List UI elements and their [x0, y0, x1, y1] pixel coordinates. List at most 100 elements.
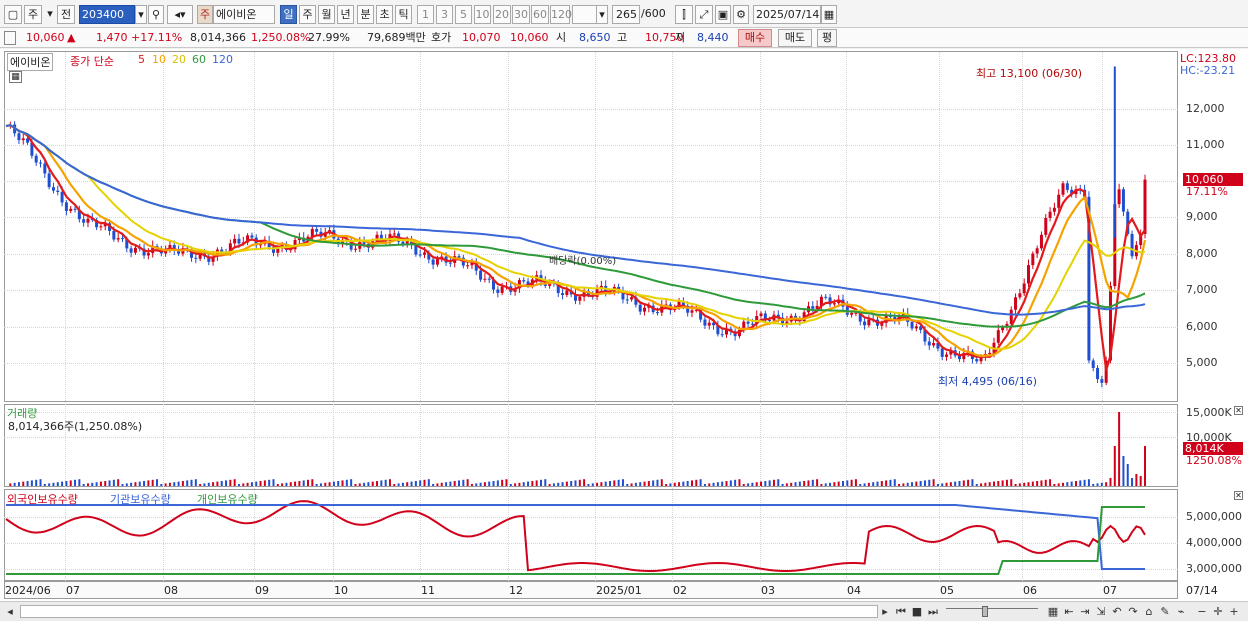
zoom-slider-handle[interactable] — [982, 606, 988, 617]
ma-legend-20[interactable]: 20 — [172, 53, 186, 66]
interval-tab-month[interactable]: 월 — [318, 5, 335, 24]
close-icon[interactable]: ✕ — [1234, 406, 1243, 415]
ma-legend-5[interactable]: 5 — [138, 53, 145, 66]
candle-body — [86, 218, 90, 223]
sell-button[interactable]: 매도 — [778, 29, 812, 47]
period-tab-prev[interactable]: 전 — [57, 5, 75, 24]
zoom-in-icon[interactable]: + — [1228, 604, 1240, 619]
buy-button[interactable]: 매수 — [738, 29, 772, 47]
volume-bar — [488, 481, 491, 486]
chart-scrollbar[interactable]: ◂ ▸ ⏮ ■ ⏭ ▦ ⇤ ⇥ ⇲ ↶ ↷ ⌂ ✎ ⌁ − ✛ + — [0, 601, 1248, 621]
candle-body — [720, 334, 724, 336]
eval-button[interactable]: 평 — [817, 29, 837, 47]
volume-bar — [414, 481, 417, 486]
unit-20[interactable]: 20 — [493, 5, 511, 24]
line-tool-icon[interactable]: ⤢ — [695, 5, 713, 24]
volume-bar — [86, 483, 89, 486]
holding-legend-foreign[interactable]: 외국인보유수량 — [7, 491, 78, 507]
close-icon[interactable]: ✕ — [1234, 491, 1243, 500]
interval-tab-year[interactable]: 년 — [337, 5, 354, 24]
stock-code-input[interactable]: 203400 — [79, 5, 135, 24]
speaker-icon[interactable]: ◂▾ — [167, 5, 193, 24]
window-menu-icon[interactable]: ▢ — [4, 5, 22, 24]
candle-body — [988, 352, 992, 355]
unit-1[interactable]: 1 — [417, 5, 434, 24]
ma-legend-10[interactable]: 10 — [152, 53, 166, 66]
unit-60[interactable]: 60 — [531, 5, 549, 24]
quote-checkbox[interactable] — [4, 31, 16, 45]
ma-legend-60[interactable]: 60 — [192, 53, 206, 66]
dropdown-arrow-icon[interactable]: ▾ — [44, 5, 56, 24]
chart-area[interactable]: 에이비온 종가 단순 5 10 20 60 120 ▦ LC:123.80 HC… — [0, 49, 1248, 601]
zoom-out-icon[interactable]: − — [1196, 604, 1208, 619]
grid-toggle-icon[interactable]: ▦ — [9, 71, 22, 83]
volume-ratio: 1,250.08% — [251, 31, 311, 44]
stock-name-field[interactable]: 에이비온 — [213, 5, 275, 24]
hold-y-label: 4,000,000 — [1186, 536, 1242, 549]
unit-3[interactable]: 3 — [436, 5, 453, 24]
stock-name-tag[interactable]: 에이비온 — [7, 53, 54, 71]
volume-bar — [984, 482, 987, 486]
scroll-track[interactable] — [20, 605, 878, 618]
forward-icon[interactable]: ⏭ — [926, 604, 940, 619]
interval-tab-minute[interactable]: 분 — [357, 5, 374, 24]
tool-icon[interactable]: ⇥ — [1078, 604, 1092, 619]
up-arrow-icon: ▲ — [67, 31, 76, 44]
volume-chart[interactable] — [0, 404, 1180, 488]
x-label: 02 — [673, 584, 687, 597]
tool-icon[interactable]: ⇲ — [1094, 604, 1108, 619]
volume-bar — [26, 481, 29, 486]
holding-chart[interactable] — [0, 489, 1180, 581]
price-chart[interactable] — [0, 49, 1180, 404]
period-tab-week[interactable]: 주 — [24, 5, 42, 24]
interval-tab-tick[interactable]: 틱 — [395, 5, 412, 24]
candle-body — [21, 138, 25, 141]
volume-bar — [1074, 481, 1077, 486]
search-icon[interactable]: ⚲ — [148, 5, 164, 24]
code-dropdown-icon[interactable]: ▾ — [135, 5, 147, 24]
volume-bar — [829, 482, 832, 486]
date-input[interactable]: 2025/07/14 — [753, 5, 821, 24]
volume-bar — [479, 482, 482, 486]
tool-icon[interactable]: ⌂ — [1142, 604, 1156, 619]
tool-icon[interactable]: ⇤ — [1062, 604, 1076, 619]
rewind-icon[interactable]: ⏮ — [894, 604, 908, 619]
candle-icon[interactable]: ⫿ — [675, 5, 693, 24]
volume-bar — [220, 481, 223, 486]
x-label: 03 — [761, 584, 775, 597]
scroll-left-icon[interactable]: ◂ — [4, 604, 16, 619]
volume-bar — [367, 482, 370, 486]
pan-icon[interactable]: ✛ — [1212, 604, 1224, 619]
tool-icon[interactable]: ⌁ — [1174, 604, 1188, 619]
tool-icon[interactable]: ▦ — [1046, 604, 1060, 619]
unit-10[interactable]: 10 — [474, 5, 491, 24]
candle-body — [479, 270, 483, 280]
scroll-right-icon[interactable]: ▸ — [879, 604, 891, 619]
image-icon[interactable]: ▣ — [715, 5, 731, 24]
interval-tab-day[interactable]: 일 — [280, 5, 297, 24]
volume-bar — [949, 482, 952, 486]
candle-body — [759, 313, 763, 316]
gear-icon[interactable]: ⚙ — [733, 5, 749, 24]
unit-30[interactable]: 30 — [512, 5, 530, 24]
unit-120[interactable]: 120 — [550, 5, 572, 24]
volume-bar — [1031, 481, 1034, 486]
count-input[interactable]: 265 — [612, 5, 640, 24]
zoom-slider[interactable] — [946, 608, 1038, 616]
interval-tab-second[interactable]: 초 — [376, 5, 393, 24]
tool-icon[interactable]: ✎ — [1158, 604, 1172, 619]
calendar-icon[interactable]: ▦ — [821, 5, 837, 24]
volume-bar — [919, 481, 922, 486]
volume-bar — [1005, 479, 1008, 486]
stop-icon[interactable]: ■ — [910, 604, 924, 619]
ma-legend-120[interactable]: 120 — [212, 53, 233, 66]
holding-legend-institution[interactable]: 기관보유수량 — [110, 491, 171, 507]
candle-body — [116, 238, 120, 240]
unit-dropdown-icon[interactable]: ▾ — [596, 5, 608, 24]
volume-bar — [941, 483, 944, 486]
interval-tab-week[interactable]: 주 — [299, 5, 316, 24]
unit-5[interactable]: 5 — [455, 5, 472, 24]
holding-legend-individual[interactable]: 개인보유수량 — [197, 491, 258, 507]
tool-icon[interactable]: ↶ — [1110, 604, 1124, 619]
tool-icon[interactable]: ↷ — [1126, 604, 1140, 619]
